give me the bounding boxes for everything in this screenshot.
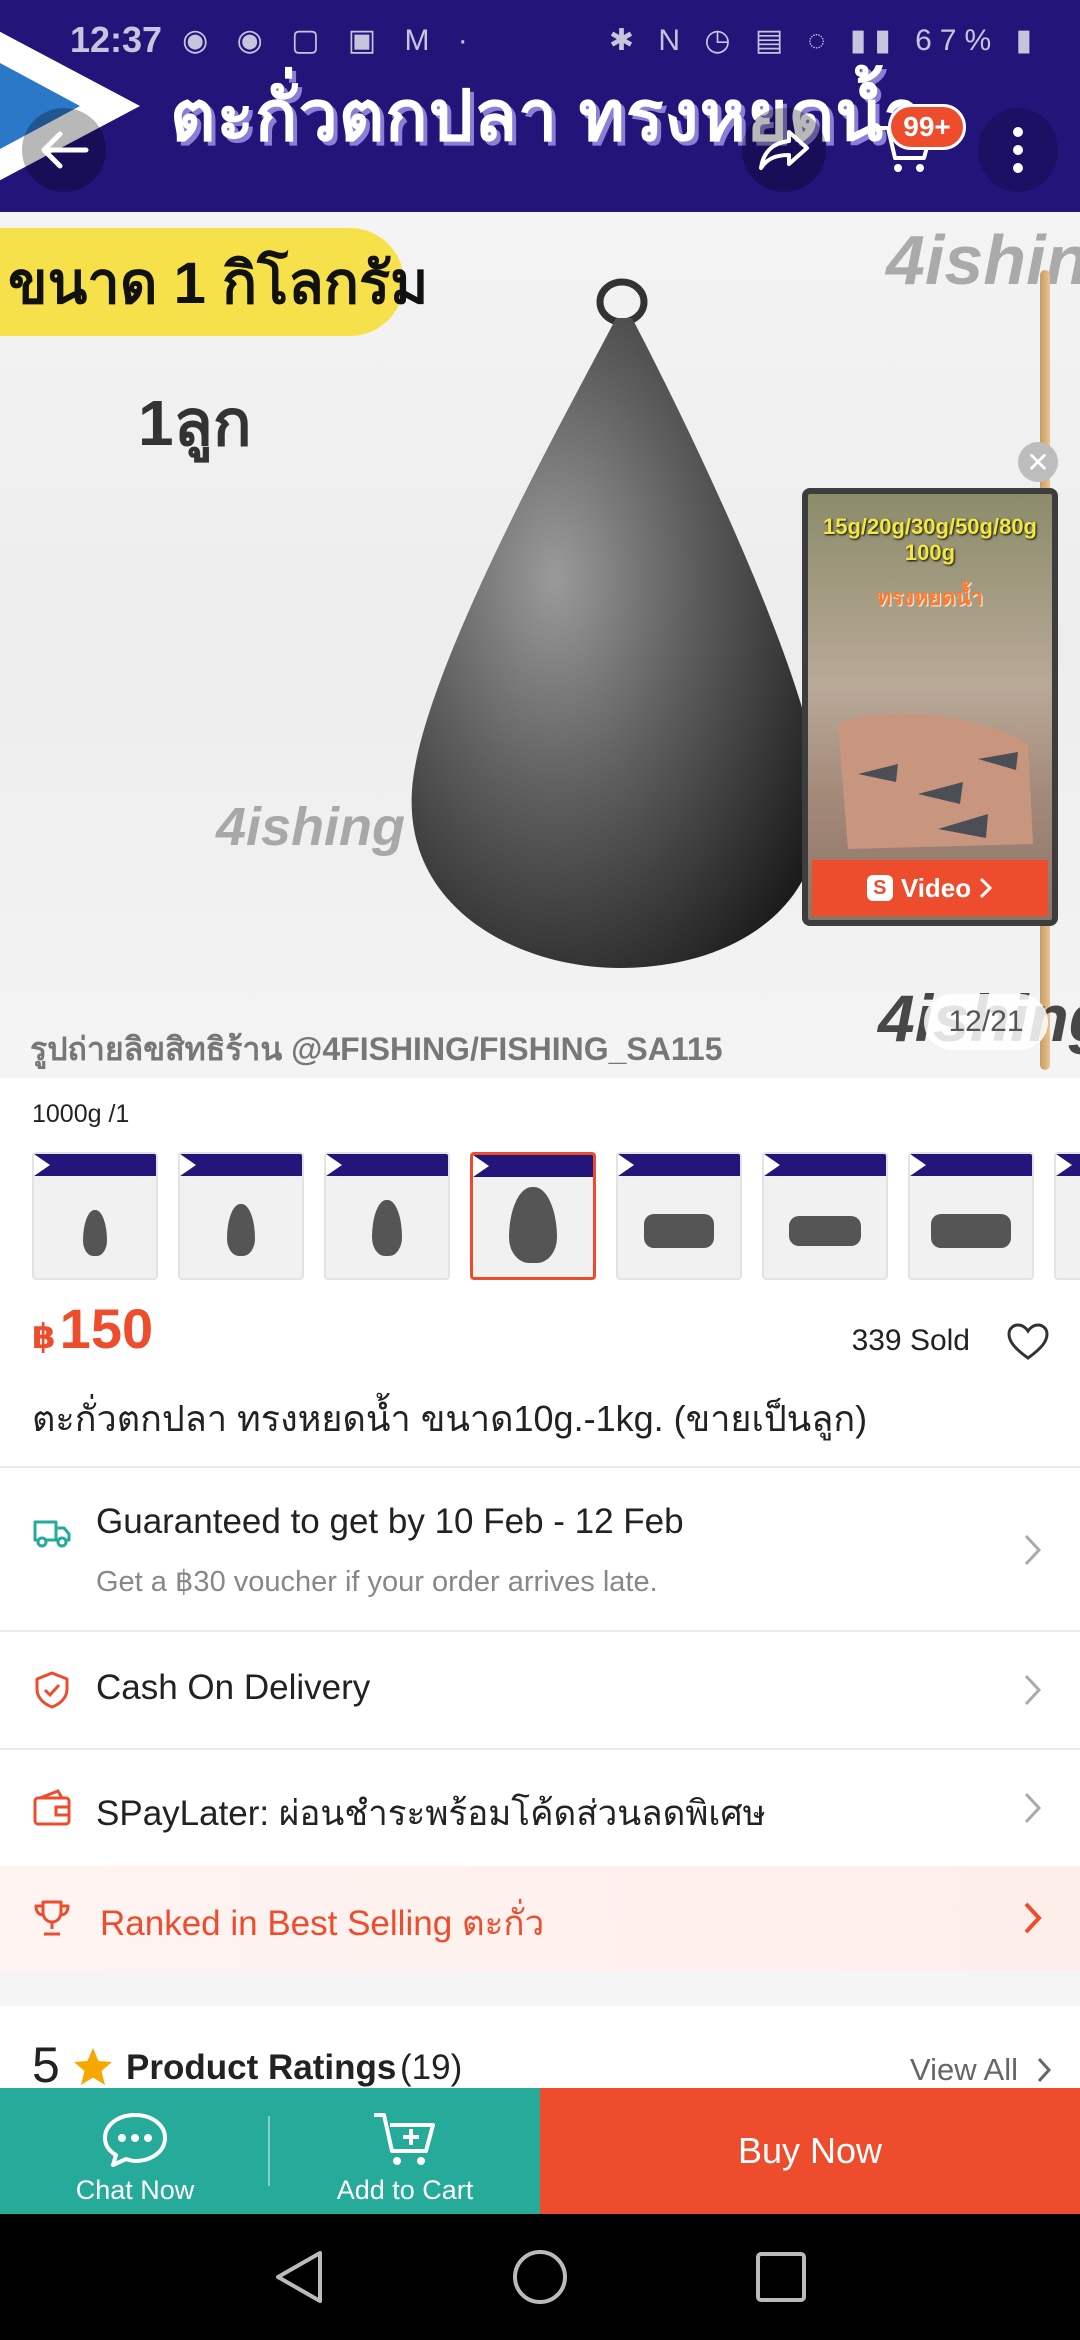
variant-thumb[interactable]	[1054, 1152, 1080, 1280]
buy-now-button[interactable]: Buy Now	[540, 2088, 1080, 2214]
shipping-subtitle: Get a ฿30 voucher if your order arrives …	[96, 1566, 658, 1598]
chat-now-label: Chat Now	[75, 2175, 195, 2205]
shield-check-icon	[35, 1671, 69, 1709]
close-icon: ✕	[1026, 446, 1050, 478]
video-button-label: Video	[900, 872, 972, 903]
chat-now-button[interactable]: Chat Now	[0, 2088, 270, 2214]
chevron-right-icon	[1037, 2057, 1052, 2083]
selected-variant-label: 1000g /1	[32, 1100, 130, 1128]
truck-icon	[33, 1520, 71, 1548]
quantity-label: 1ลูก	[138, 387, 252, 459]
chat-icon	[103, 2113, 167, 2167]
add-to-cart-label: Add to Cart	[336, 2175, 474, 2205]
share-icon	[759, 130, 809, 170]
variant-thumb[interactable]	[616, 1152, 742, 1280]
sinker-image	[411, 278, 821, 968]
ranked-best-selling-row[interactable]: Ranked in Best Selling ตะกั่ว	[0, 1866, 1080, 1970]
product-title: ตะกั่วตกปลา ทรงหยดน้ำ ขนาด10g.-1kg. (ขาย…	[32, 1398, 868, 1439]
add-to-cart-icon	[374, 2113, 435, 2165]
sinker-thumb-image	[227, 1204, 255, 1256]
hand-with-sinkers-image	[838, 713, 1033, 849]
watermark-middle: 4ishing	[216, 797, 406, 857]
trophy-icon	[34, 1900, 70, 1936]
variant-thumbnails	[32, 1152, 1080, 1280]
ratings-title: Product Ratings	[126, 2048, 397, 2087]
chevron-right-icon	[980, 877, 993, 899]
video-preview[interactable]: 15g/20g/30g/50g/80g 100g ทรงหยดน้ำ S Vid…	[802, 488, 1058, 926]
cash-on-delivery-row[interactable]: Cash On Delivery	[0, 1632, 1080, 1748]
chevron-right-icon	[1024, 1902, 1042, 1934]
heart-icon[interactable]	[1006, 1322, 1050, 1362]
chevron-right-icon	[1024, 1674, 1042, 1706]
back-button[interactable]	[22, 108, 106, 192]
variant-thumb[interactable]	[178, 1152, 304, 1280]
cart-count-badge: 99+	[888, 104, 966, 150]
spaylater-row[interactable]: SPayLater: ผ่อนชำระพร้อมโค้ดส่วนลดพิเศษ	[0, 1750, 1080, 1866]
price-value: 150	[59, 1297, 154, 1360]
nav-home-icon[interactable]	[511, 2248, 569, 2306]
variant-thumb[interactable]	[762, 1152, 888, 1280]
sinker-thumb-image	[372, 1200, 402, 1256]
sinker-thumb-image	[644, 1214, 714, 1248]
nav-recents-icon[interactable]	[754, 2250, 808, 2304]
share-button[interactable]	[742, 108, 826, 192]
sinker-thumb-image	[931, 1214, 1011, 1248]
ratings-count: (19)	[400, 2048, 463, 2087]
play-video-button[interactable]: S Video	[812, 860, 1048, 916]
video-close-button[interactable]: ✕	[1018, 442, 1058, 482]
more-vertical-icon	[1013, 127, 1023, 173]
copyright-text: รูปถ่ายลิขสิทธิร้าน @4FISHING/FISHING_SA…	[30, 1031, 723, 1067]
currency-symbol: ฿	[32, 1318, 56, 1356]
chevron-right-icon	[1024, 1792, 1042, 1824]
rating-score: 5	[32, 2037, 60, 2093]
video-weights-text: 15g/20g/30g/50g/80g 100g	[823, 514, 1037, 565]
image-counter: 12/21	[924, 994, 1048, 1050]
view-all-link[interactable]: View All	[910, 2052, 1018, 2088]
shopee-video-icon: S	[866, 875, 893, 901]
status-bar: 12:37 ◉ ◉ ▢ ▣ M · ✱ N ◷ ▤ ◌ ▮▮ 67% ▮	[0, 0, 1080, 80]
variant-thumb[interactable]	[324, 1152, 450, 1280]
ranked-label: Ranked in Best Selling ตะกั่ว	[100, 1904, 545, 1943]
product-ratings-header: 5 Product Ratings (19) View All	[0, 2006, 1080, 2096]
sold-count: 339 Sold	[851, 1324, 970, 1357]
shipping-title: Guaranteed to get by 10 Feb - 12 Feb	[96, 1502, 684, 1541]
product-image-carousel[interactable]: ตะกั่วตกปลา ทรงหยดน้ำ 12:37 ◉ ◉ ▢ ▣ M · …	[0, 0, 1080, 1078]
nav-back-icon[interactable]	[272, 2249, 326, 2305]
variant-thumb-selected[interactable]	[470, 1152, 596, 1280]
sinker-thumb-image	[509, 1187, 557, 1263]
system-icons: ✱ N ◷ ▤ ◌ ▮▮ 67% ▮	[608, 23, 1040, 57]
variant-thumb[interactable]	[908, 1152, 1034, 1280]
status-time: 12:37	[70, 19, 163, 60]
cod-label: Cash On Delivery	[96, 1668, 371, 1707]
price: ฿ 150	[32, 1296, 153, 1361]
bottom-action-bar: Chat Now Add to Cart Buy Now	[0, 2088, 1080, 2214]
video-shape-text: ทรงหยดน้ำ	[876, 585, 984, 610]
android-navigation-bar	[0, 2214, 1080, 2340]
more-options-button[interactable]	[978, 108, 1058, 192]
star-icon	[74, 2048, 112, 2085]
shipping-guarantee-row[interactable]: Guaranteed to get by 10 Feb - 12 Feb Get…	[0, 1468, 1080, 1630]
sinker-thumb-image	[83, 1210, 107, 1256]
arrow-left-icon	[41, 131, 89, 169]
notification-icons: ◉ ◉ ▢ ▣ M ·	[182, 23, 478, 57]
add-to-cart-button[interactable]: Add to Cart	[270, 2088, 540, 2214]
wallet-icon	[33, 1789, 71, 1826]
size-label: ขนาด 1 กิโลกรัม	[0, 228, 428, 336]
sinker-thumb-image	[789, 1216, 861, 1246]
variant-thumb[interactable]	[32, 1152, 158, 1280]
section-gap	[0, 1970, 1080, 2006]
spaylater-label: SPayLater: ผ่อนชำระพร้อมโค้ดส่วนลดพิเศษ	[96, 1794, 766, 1833]
watermark-top: 4ishing	[886, 221, 1080, 299]
chevron-right-icon	[1024, 1534, 1042, 1566]
